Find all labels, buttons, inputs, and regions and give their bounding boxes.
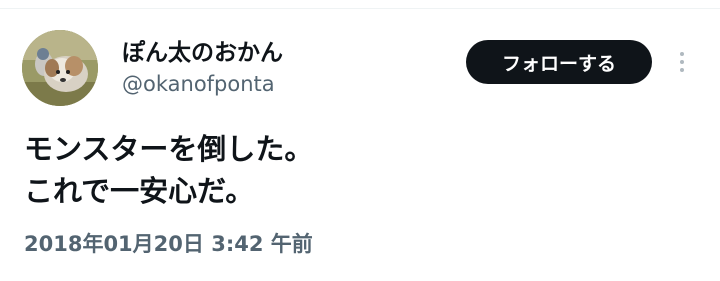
follow-button[interactable]: フォローする xyxy=(466,40,652,84)
tweet-text: モンスターを倒した。 これで一安心だ。 xyxy=(24,128,313,212)
dog-photo-icon xyxy=(22,30,98,106)
more-dot xyxy=(680,60,684,64)
avatar[interactable] xyxy=(22,30,98,106)
display-name[interactable]: ぽん太のおかん xyxy=(122,33,283,67)
more-vertical-icon[interactable] xyxy=(670,46,694,78)
more-dot xyxy=(680,52,684,56)
tweet-line: これで一安心だ。 xyxy=(24,174,255,208)
tweet-timestamp[interactable]: 2018年01月20日 3:42 午前 xyxy=(24,228,313,258)
tweet-line: モンスターを倒した。 xyxy=(24,132,314,166)
top-divider xyxy=(0,8,720,9)
more-dot xyxy=(680,68,684,72)
user-handle[interactable]: @okanofponta xyxy=(122,72,275,96)
